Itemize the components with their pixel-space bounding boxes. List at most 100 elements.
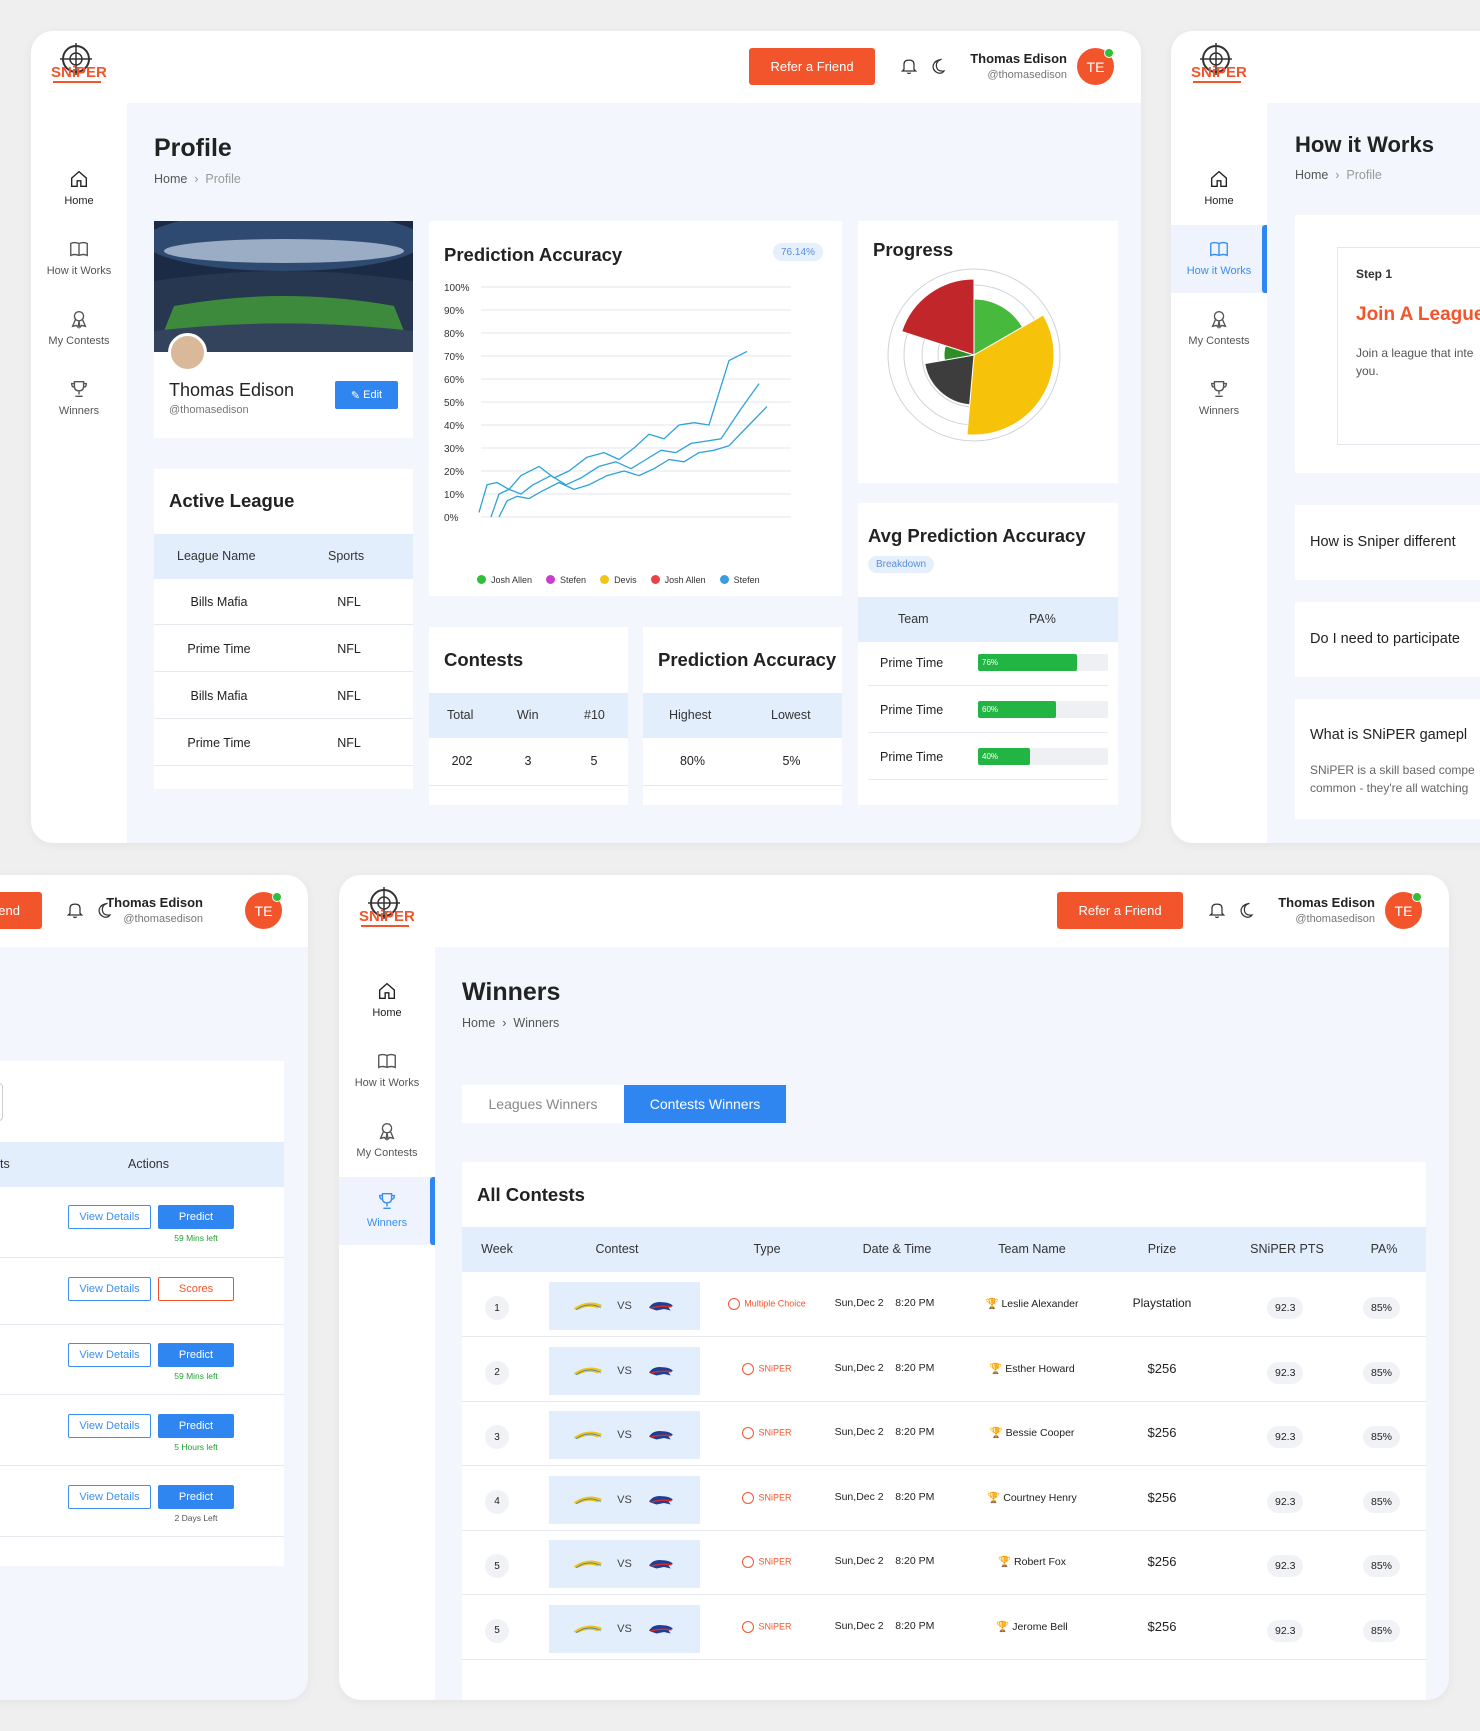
bell-icon[interactable] (899, 56, 919, 76)
y-tick-label: 0% (444, 513, 459, 524)
pa-highest: 80% (679, 754, 706, 768)
tab-contests-winners[interactable]: Contests Winners (624, 1085, 786, 1123)
column-header: Contest (595, 1242, 639, 1256)
pa-bar: 40% (978, 748, 1030, 765)
league-name: Bills Mafia (190, 595, 248, 609)
view-details-button[interactable]: View Details (68, 1205, 151, 1229)
vs-label: VS (617, 1364, 632, 1377)
predict-button[interactable]: Predict (158, 1205, 234, 1229)
bell-icon[interactable] (1207, 900, 1227, 920)
nav-winners[interactable]: Winners (31, 365, 127, 433)
y-tick-label: 80% (444, 329, 464, 340)
contests-win: 3 (524, 754, 532, 768)
table-row[interactable]: 3 VS SNiPER Sun,Dec 2 8:20 PM 🏆 Bessie C… (462, 1401, 1426, 1466)
legend-item: Stefen (546, 575, 586, 585)
sniper-logo[interactable] (357, 887, 419, 933)
pa-percent: 85% (1363, 1297, 1401, 1319)
nav-home[interactable]: Home (1171, 155, 1267, 223)
nav-how-it-works[interactable]: How it Works (31, 225, 127, 293)
edit-button[interactable]: ✎ Edit (335, 381, 398, 409)
avatar[interactable]: TE (245, 892, 282, 929)
breadcrumb: Home › Profile (1295, 168, 1382, 182)
prize: $256 (1147, 1554, 1177, 1569)
scores-button[interactable]: Scores (158, 1277, 234, 1301)
column-header: Prize (1147, 1242, 1177, 1256)
view-details-button[interactable]: View Details (68, 1343, 151, 1367)
avatar[interactable]: TE (1077, 48, 1114, 85)
tab-leagues-winners[interactable]: Leagues Winners (462, 1085, 624, 1123)
table-row[interactable]: 5 VS SNiPER Sun,Dec 2 8:20 PM 🏆 Jerome B… (462, 1595, 1426, 1660)
time-left: 59 Mins left (174, 1233, 218, 1243)
faq-item[interactable]: How is Sniper different (1295, 505, 1480, 580)
bills-logo (646, 1621, 676, 1637)
nav-my-contests[interactable]: My Contests (31, 295, 127, 363)
profile-avatar[interactable] (168, 333, 207, 372)
predict-button[interactable]: Predict (158, 1485, 234, 1509)
team-name: 🏆 Robert Fox (998, 1556, 1066, 1568)
profile-name: Thomas Edison (169, 380, 295, 400)
view-details-button[interactable]: View Details (68, 1277, 151, 1301)
legend-item: Devis (600, 575, 637, 585)
avg-accuracy-card: Avg Prediction Accuracy Breakdown Team P… (858, 503, 1118, 805)
bills-logo (646, 1298, 676, 1314)
profile-handle: @thomasedison (169, 404, 249, 416)
header: Refer a Friend Thomas Edison @thomasediso… (31, 31, 1141, 103)
legend-dot (477, 575, 486, 584)
nav-home[interactable]: Home (339, 967, 435, 1035)
sniper-pts: 92.3 (1267, 1555, 1304, 1577)
refer-button[interactable]: Refer a Friend (1057, 892, 1183, 929)
nav-home[interactable]: Home (31, 155, 127, 223)
week-badge: 5 (485, 1554, 509, 1578)
nav-how-it-works[interactable]: How it Works (339, 1037, 435, 1105)
chargers-logo (573, 1492, 603, 1508)
sidebar: Home How it Works My Contests Winners (339, 947, 435, 1700)
sniper-logo[interactable] (49, 43, 111, 89)
sniper-logo[interactable] (1189, 43, 1251, 89)
table-row[interactable]: 1 VS Multiple Choice Sun,Dec 2 8:20 PM 🏆… (462, 1272, 1426, 1337)
predict-button[interactable]: Predict (158, 1343, 234, 1367)
breadcrumb: Home › Profile (154, 172, 241, 186)
breakdown-badge[interactable]: Breakdown (868, 556, 935, 573)
progress-card: Progress (858, 221, 1118, 483)
pa-percent: 85% (1363, 1490, 1401, 1513)
predict-button[interactable]: Predict (158, 1414, 234, 1438)
prize: $256 (1147, 1618, 1177, 1634)
refer-button[interactable]: end (0, 892, 42, 929)
date-time: Sun,Dec 2 8:20 PM (834, 1297, 935, 1309)
table-row[interactable]: 5 VS SNiPER Sun,Dec 2 8:20 PM 🏆 Robert F… (462, 1530, 1426, 1595)
edit-icon: ✎ (350, 389, 364, 402)
legend-dot (546, 575, 556, 584)
moon-icon[interactable] (929, 56, 949, 76)
view-details-button[interactable]: View Details (68, 1414, 151, 1438)
nav-my-contests[interactable]: My Contests (339, 1107, 435, 1175)
bills-logo (646, 1427, 676, 1443)
table-row[interactable]: 4 VS SNiPER Sun,Dec 2 8:20 PM 🏆 Courtney… (462, 1466, 1426, 1531)
search-field[interactable] (0, 1083, 3, 1121)
moon-icon[interactable] (1237, 900, 1257, 920)
prize: Playstation (1132, 1296, 1192, 1310)
nav-my-contests[interactable]: My Contests (1171, 295, 1267, 363)
accuracy-title: Prediction Accuracy (444, 244, 623, 265)
table-row[interactable]: 2 VS SNiPER Sun,Dec 2 8:20 PM 🏆 Esther H… (462, 1337, 1426, 1402)
bell-icon[interactable] (65, 900, 85, 920)
faq-item[interactable]: Do I need to participate (1295, 602, 1480, 677)
nav-winners[interactable]: Winners (339, 1177, 435, 1245)
sniper-pts: 92.3 (1267, 1426, 1304, 1448)
legend-item: Josh Allen (650, 575, 706, 585)
polar-slice (924, 354, 975, 406)
sniper-pts: 92.3 (1267, 1297, 1304, 1319)
accuracy-badge: 76.14% (773, 243, 823, 261)
legend-item: Stefen (719, 575, 760, 585)
y-tick-label: 30% (444, 444, 464, 455)
breadcrumb: Home › Winners (462, 1016, 560, 1030)
pa-summary-header: Highest Lowest (643, 693, 842, 738)
refer-button[interactable]: Refer a Friend (749, 48, 875, 85)
stadium-banner (154, 221, 413, 352)
nav-how-it-works[interactable]: How it Works (1171, 225, 1267, 293)
step-label: Step 1 (1356, 267, 1393, 281)
nav-winners[interactable]: Winners (1171, 365, 1267, 433)
view-details-button[interactable]: View Details (68, 1485, 151, 1509)
column-header: Type (753, 1242, 781, 1256)
avatar[interactable]: TE (1385, 892, 1422, 929)
faq-item-expanded[interactable]: What is SNiPER gamepl SNiPER is a skill … (1295, 699, 1480, 819)
